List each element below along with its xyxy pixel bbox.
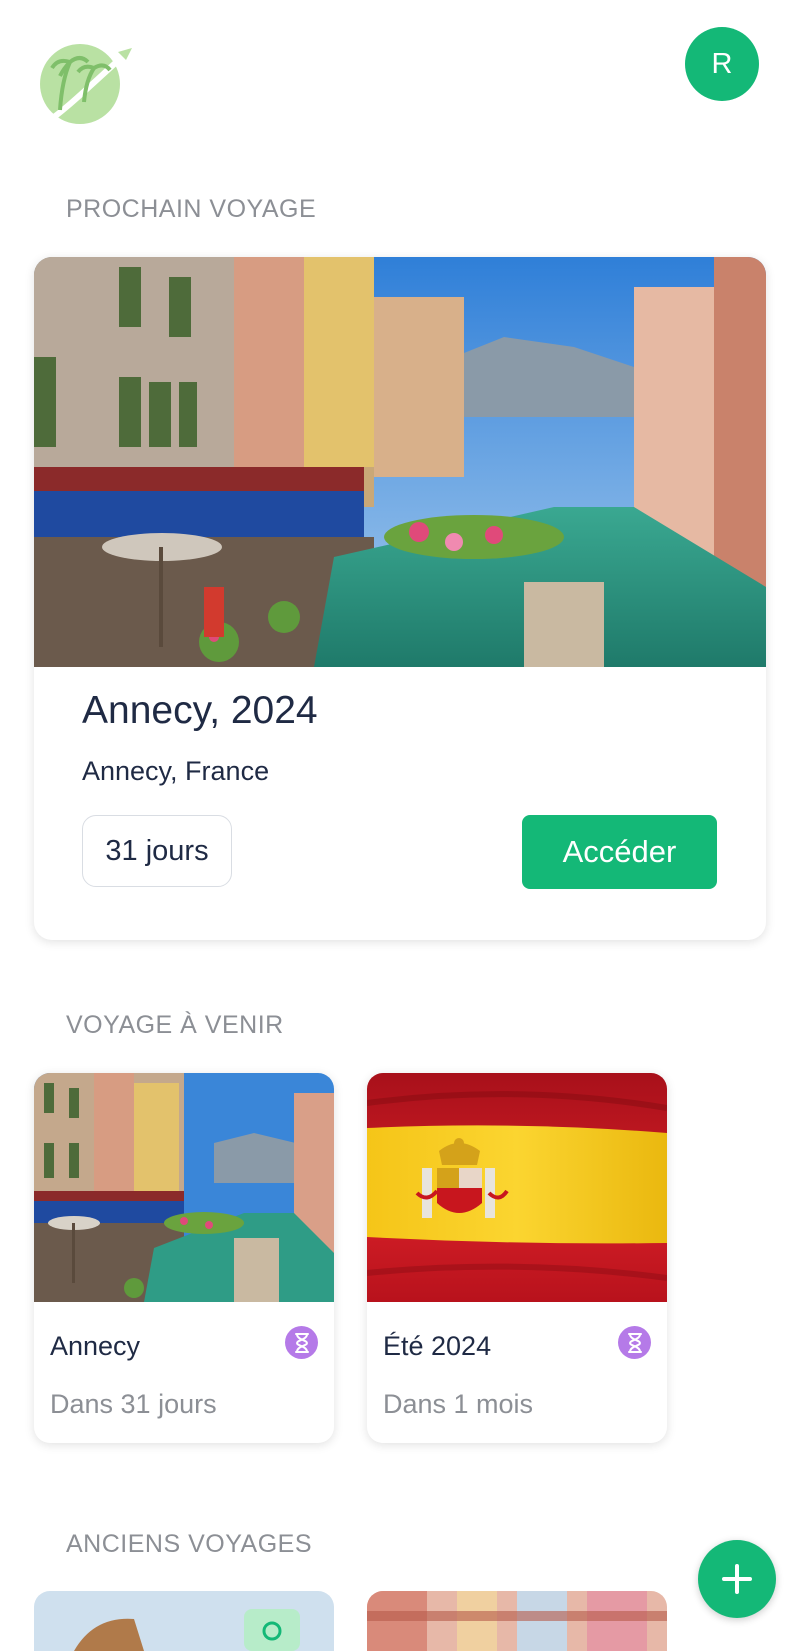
past-trip-card[interactable]: [34, 1591, 334, 1651]
trip-countdown: Dans 1 mois: [383, 1389, 534, 1419]
section-title-past: ANCIENS VOYAGES: [66, 1530, 312, 1558]
hourglass-icon: [618, 1326, 651, 1359]
upcoming-trip-card[interactable]: Été 2024 Dans 1 mois: [367, 1073, 667, 1443]
app-logo: [36, 40, 136, 128]
trip-photo: [34, 1591, 334, 1651]
trip-countdown: Dans 31 jours: [50, 1389, 217, 1419]
trip-photo: [367, 1591, 667, 1651]
hourglass-icon: [285, 1326, 318, 1359]
trip-photo: [34, 257, 766, 667]
trip-name: Annecy: [50, 1331, 141, 1361]
user-avatar[interactable]: R: [685, 27, 759, 101]
trip-photo: [34, 1073, 334, 1302]
trip-name: Été 2024: [383, 1331, 492, 1361]
access-trip-button[interactable]: Accéder: [522, 815, 717, 889]
trip-title: Annecy, 2024: [82, 689, 318, 732]
add-trip-button[interactable]: [698, 1540, 776, 1618]
next-trip-card[interactable]: Annecy, 2024 Annecy, France 31 jours Acc…: [34, 257, 766, 940]
past-trip-card[interactable]: [367, 1591, 667, 1651]
upcoming-trip-card[interactable]: Annecy Dans 31 jours: [34, 1073, 334, 1443]
days-remaining-badge: 31 jours: [82, 815, 232, 887]
plus-icon: [722, 1564, 752, 1594]
trip-photo: [367, 1073, 667, 1302]
section-title-next-trip: PROCHAIN VOYAGE: [66, 195, 317, 223]
section-title-upcoming: VOYAGE À VENIR: [66, 1011, 284, 1039]
trip-location: Annecy, France: [82, 756, 270, 786]
